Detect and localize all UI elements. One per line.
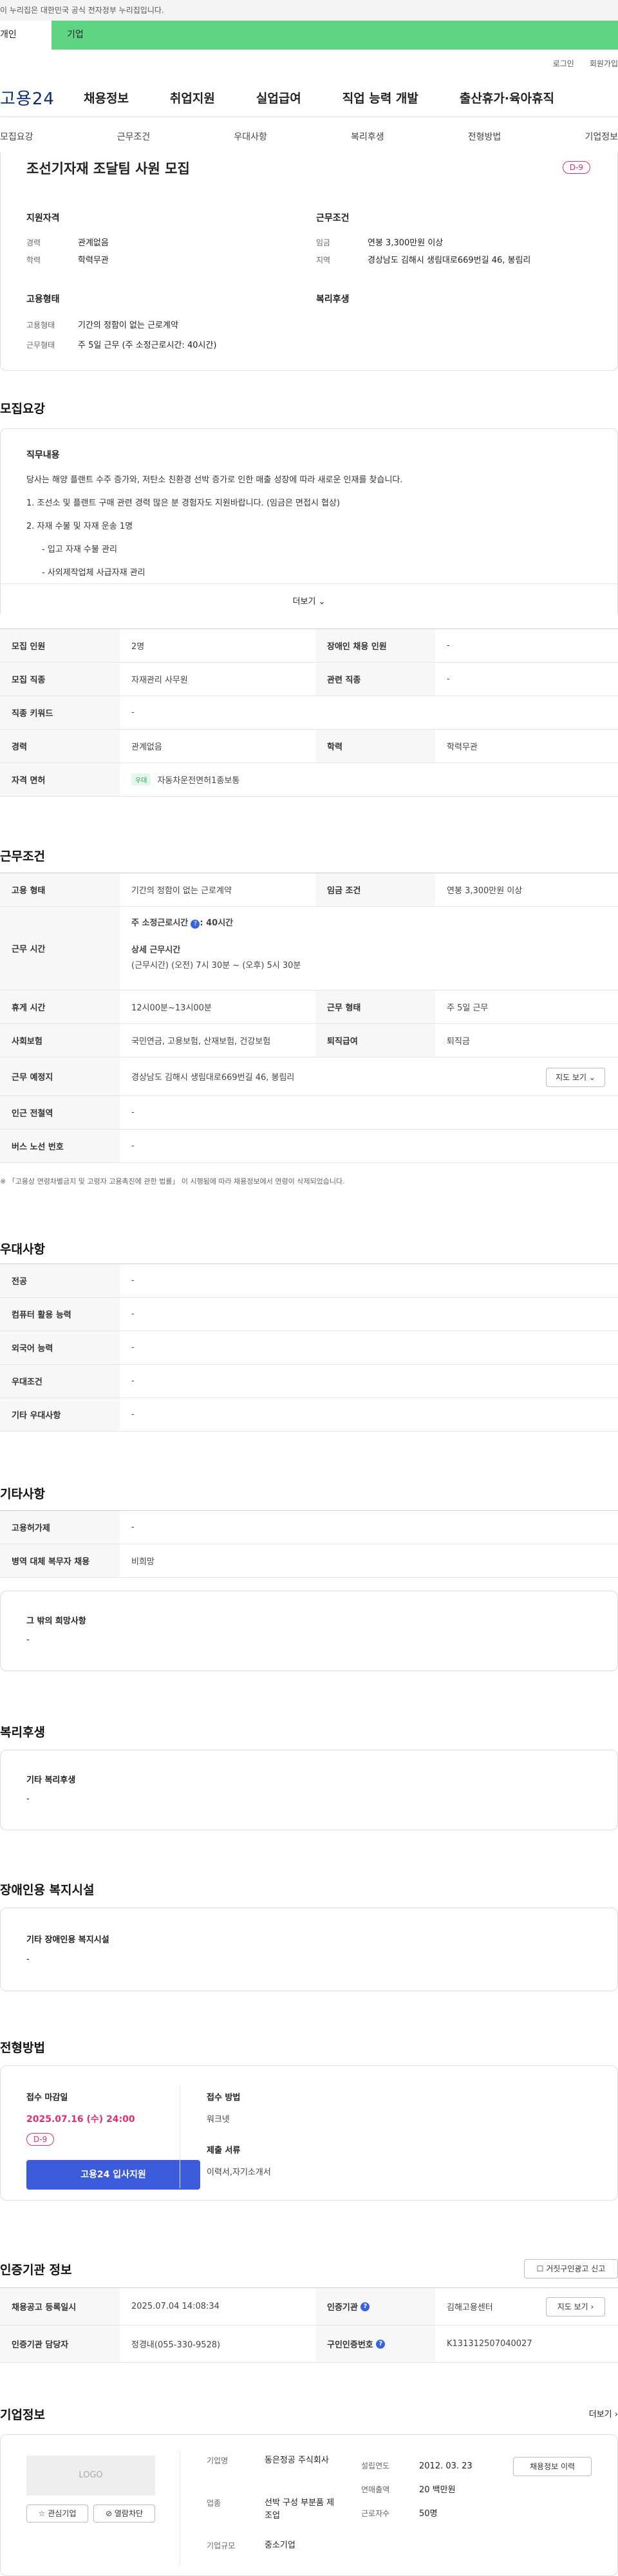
cond-heading: 근무조건 — [0, 849, 45, 864]
table-row: 외국어 능력 - — [0, 1331, 618, 1365]
site-logo[interactable]: 고용24 — [0, 86, 84, 109]
table-row: 휴게 시간 12시00분~13시00분 근무 형태 주 5일 근무 — [0, 990, 618, 1024]
qual-list: 경력 관계없음 학력 학력무관 — [26, 238, 109, 265]
nav-leave[interactable]: 출산휴가·육아휴직 — [460, 89, 554, 106]
cond-table: 고용 형태 기간의 정함이 없는 근로계약 임금 조건 연봉 3,300만원 이상 근… — [0, 873, 618, 1163]
info-icon[interactable]: ? — [376, 2339, 386, 2349]
block-icon: ⊘ — [105, 2509, 113, 2518]
block-button[interactable]: ⊘ 열람차단 — [93, 2505, 155, 2523]
recruit-table: 모집 인원 2명 장애인 채용 인원 - 모집 직종 자재관리 사무원 관련 직종 - 직종… — [0, 629, 618, 797]
dday-badge: D-9 — [562, 161, 590, 174]
pref-heading: 우대사항 — [0, 1242, 45, 1256]
apply-button[interactable]: 고용24 입사지원 — [26, 2160, 200, 2190]
etc-heading: 기타사항 — [0, 1487, 45, 1501]
agency-map-button[interactable]: 지도 보기 › — [546, 2297, 605, 2316]
table-row: 자격 면허 우대 자동차운전면허1종보통 — [0, 763, 618, 797]
snb-conditions[interactable]: 근무조건 — [117, 130, 151, 143]
snb-recruit[interactable]: 모집요강 — [0, 130, 33, 143]
table-row: 병역 대체 복무자 채용 비희망 — [0, 1544, 618, 1578]
recruit-heading: 모집요강 — [0, 402, 45, 416]
etc-box: 그 밖의 희망사항 - — [0, 1591, 618, 1671]
company-stats: 설립연도 2012. 03. 23 연매출액 20 백만원 근로자수 50명 — [361, 2461, 473, 2519]
welfare-heading: 복리후생 — [0, 1725, 45, 1739]
table-row: 고용허가제 - — [0, 1511, 618, 1544]
duty-card: 직무내용 당사는 해양 플랜트 수주 증가와, 저탄소 친환경 선박 증가로 인… — [0, 428, 618, 619]
section-nav: 모집요강 근무조건 우대사항 복리후생 전형방법 기업정보 — [0, 117, 618, 156]
company-more-link[interactable]: 더보기 › — [589, 2407, 618, 2420]
table-row: 모집 직종 자재관리 사무원 관련 직종 - — [0, 663, 618, 696]
work-title: 근무조건 — [316, 213, 350, 223]
nav-employment-support[interactable]: 취업지원 — [170, 89, 215, 106]
age-note: ※ 「고용상 연령차별금지 및 고령자 고용촉진에 관한 법률」 이 시행됨에 … — [0, 1177, 345, 1186]
company-fields: 기업명 동은정공 주식회사 업종 선박 구성 부분품 제조업 기업규모 중소기업 — [207, 2456, 335, 2550]
login-link[interactable]: 로그인 — [553, 59, 574, 68]
signup-link[interactable]: 회원가입 — [590, 59, 618, 68]
proc-card: 접수 마감일 2025.07.16 (수) 24:00 D-9 고용24 입사지… — [0, 2065, 618, 2201]
deadline: 2025.07.16 (수) 24:00 — [26, 2114, 135, 2125]
map-button[interactable]: 지도 보기 ⌄ — [546, 1068, 605, 1087]
nav-jobs[interactable]: 채용정보 — [84, 89, 129, 106]
disab-box: 기타 장애인용 복지시설 - — [0, 1908, 618, 1991]
page: 이 누리집은 대한민국 공식 전자정부 누리집입니다. 개인 기업 로그인 회원가… — [0, 0, 618, 2576]
snb-process[interactable]: 전형방법 — [468, 130, 501, 143]
nav-training[interactable]: 직업 능력 개발 — [342, 89, 418, 106]
gov-banner: 이 누리집은 대한민국 공식 전자정부 누리집입니다. — [0, 0, 618, 21]
table-row: 직종 키워드 - — [0, 696, 618, 730]
tab-personal[interactable]: 개인 — [0, 21, 52, 50]
pref-tag: 우대 — [131, 773, 151, 786]
welfare-title: 복리후생 — [316, 294, 350, 305]
tab-company[interactable]: 기업 — [52, 21, 618, 50]
agency-table: 채용공고 등록일시 2025.07.04 14:08:34 인증기관 ? 김해고용센터… — [0, 2287, 618, 2363]
pref-table: 전공 - 컴퓨터 활용 능력 - 외국어 능력 - 우대조건 - 기타 우대사항 - — [0, 1264, 618, 1432]
main-nav: 고용24 채용정보 취업지원 실업급여 직업 능력 개발 출산휴가·육아휴직 — [0, 79, 618, 117]
fav-company-button[interactable]: ☆ 관심기업 — [26, 2505, 88, 2523]
proc-dday-badge: D-9 — [26, 2133, 55, 2146]
company-logo: LOGO — [26, 2456, 155, 2496]
emp-title: 고용형태 — [26, 294, 60, 305]
report-button[interactable]: ☐ 거짓구인광고 신고 — [524, 2259, 618, 2278]
table-row: 버스 노선 번호 - — [0, 1130, 618, 1163]
snb-preferences[interactable]: 우대사항 — [234, 130, 267, 143]
table-row: 채용공고 등록일시 2025.07.04 14:08:34 인증기관 ? 김해고용센터… — [0, 2288, 618, 2325]
report-icon: ☐ — [536, 2264, 544, 2273]
user-type-tabs: 개인 기업 — [0, 21, 618, 50]
table-row: 경력 관계없음 학력 학력무관 — [0, 730, 618, 763]
star-icon: ☆ — [38, 2509, 46, 2518]
company-card: LOGO ☆ 관심기업 ⊘ 열람차단 기업명 동은정공 주식회사 업종 선박 구성 … — [0, 2434, 618, 2576]
info-icon[interactable]: ? — [191, 920, 200, 929]
welfare-box: 기타 복리후생 - — [0, 1750, 618, 1830]
table-row: 근무 예정지 경상남도 김해시 생림대로669번길 46, 봉림리 지도 보기 ⌄ — [0, 1057, 618, 1096]
table-row: 근무 시간 주 소정근로시간 ?: 40시간 상세 근무시간 (근무시간) (오… — [0, 907, 618, 990]
table-row: 컴퓨터 활용 능력 - — [0, 1298, 618, 1331]
nav-unemployment[interactable]: 실업급여 — [256, 89, 301, 106]
more-button[interactable]: 더보기 ⌄ — [1, 583, 617, 619]
info-icon[interactable]: ? — [360, 2302, 370, 2311]
job-title: 조선기자재 조달팀 사원 모집 — [26, 161, 190, 176]
history-button[interactable]: 채용정보 이력 — [513, 2457, 592, 2476]
snb-company[interactable]: 기업정보 — [585, 130, 618, 143]
summary-card: 조선기자재 조달팀 사원 모집 D-9 지원자격 경력 관계없음 학력 학력무관 근… — [0, 152, 618, 371]
table-row: 기타 우대사항 - — [0, 1398, 618, 1432]
duty-title: 직무내용 — [26, 450, 60, 460]
qual-title: 지원자격 — [26, 213, 60, 223]
duty-lines: 당사는 해양 플랜트 수주 증가와, 저탄소 친환경 선박 증가로 인한 매출 … — [26, 475, 403, 578]
table-row: 고용 형태 기간의 정함이 없는 근로계약 임금 조건 연봉 3,300만원 이상 — [0, 873, 618, 907]
etc-table: 고용허가제 - 병역 대체 복무자 채용 비희망 — [0, 1510, 618, 1578]
util-menu: 로그인 회원가입 — [0, 50, 618, 79]
table-row: 전공 - — [0, 1264, 618, 1298]
chevron-down-icon: ⌄ — [318, 597, 326, 607]
proc-heading: 전형방법 — [0, 2041, 45, 2055]
table-row: 인근 전철역 - — [0, 1096, 618, 1130]
disab-heading: 장애인용 복지시설 — [0, 1883, 95, 1897]
company-heading: 기업정보 — [0, 2408, 45, 2422]
table-row: 우대조건 - — [0, 1365, 618, 1398]
work-list: 임금 연봉 3,300만원 이상 지역 경상남도 김해시 생림대로669번길 46,… — [316, 238, 531, 265]
table-row: 모집 인원 2명 장애인 채용 인원 - — [0, 629, 618, 663]
table-row: 인증기관 담당자 정경내(055-330-9528) 구인인증번호 ? K131312… — [0, 2325, 618, 2363]
snb-welfare[interactable]: 복리후생 — [351, 130, 384, 143]
table-row: 사회보험 국민연금, 고용보험, 산재보험, 건강보험 퇴직급여 퇴직금 — [0, 1024, 618, 1057]
emp-list: 고용형태 기간의 정함이 없는 근로계약 근무형태 주 5일 근무 (주 소정근로시… — [26, 321, 217, 350]
